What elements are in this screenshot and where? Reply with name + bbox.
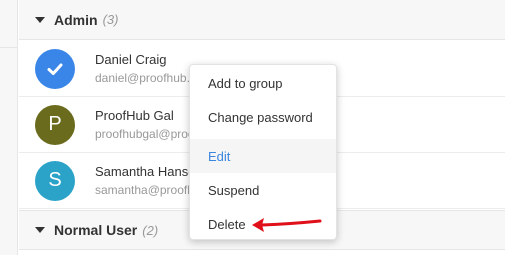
group-name: Admin bbox=[54, 11, 98, 28]
annotation-arrow-icon bbox=[252, 218, 322, 232]
menu-item-add-to-group[interactable]: Add to group bbox=[190, 66, 336, 100]
user-name: Samantha Hanson bbox=[95, 163, 195, 179]
user-email: samantha@proofhub.com bbox=[95, 182, 195, 197]
menu-item-suspend[interactable]: Suspend bbox=[190, 173, 336, 207]
sidebar-divider bbox=[0, 30, 18, 48]
check-icon bbox=[47, 63, 63, 75]
caret-down-icon[interactable] bbox=[35, 16, 45, 23]
avatar: P bbox=[35, 104, 75, 145]
group-count: (3) bbox=[102, 12, 119, 27]
avatar: S bbox=[35, 160, 75, 201]
user-name: Daniel Craig bbox=[95, 51, 167, 67]
group-count: (2) bbox=[142, 222, 159, 238]
menu-item-edit[interactable]: Edit bbox=[190, 139, 336, 173]
caret-down-icon[interactable] bbox=[35, 227, 45, 233]
user-email: proofhubgal@proofhub.com bbox=[95, 126, 195, 141]
user-email: daniel@proofhub.com bbox=[95, 70, 195, 85]
left-sidebar-edge bbox=[0, 0, 18, 255]
user-name: ProofHub Gal bbox=[95, 107, 174, 123]
group-header-admin[interactable]: Admin (3) bbox=[19, 0, 505, 40]
avatar bbox=[35, 48, 75, 89]
menu-item-change-password[interactable]: Change password bbox=[190, 100, 336, 134]
group-name: Normal User bbox=[54, 222, 138, 238]
